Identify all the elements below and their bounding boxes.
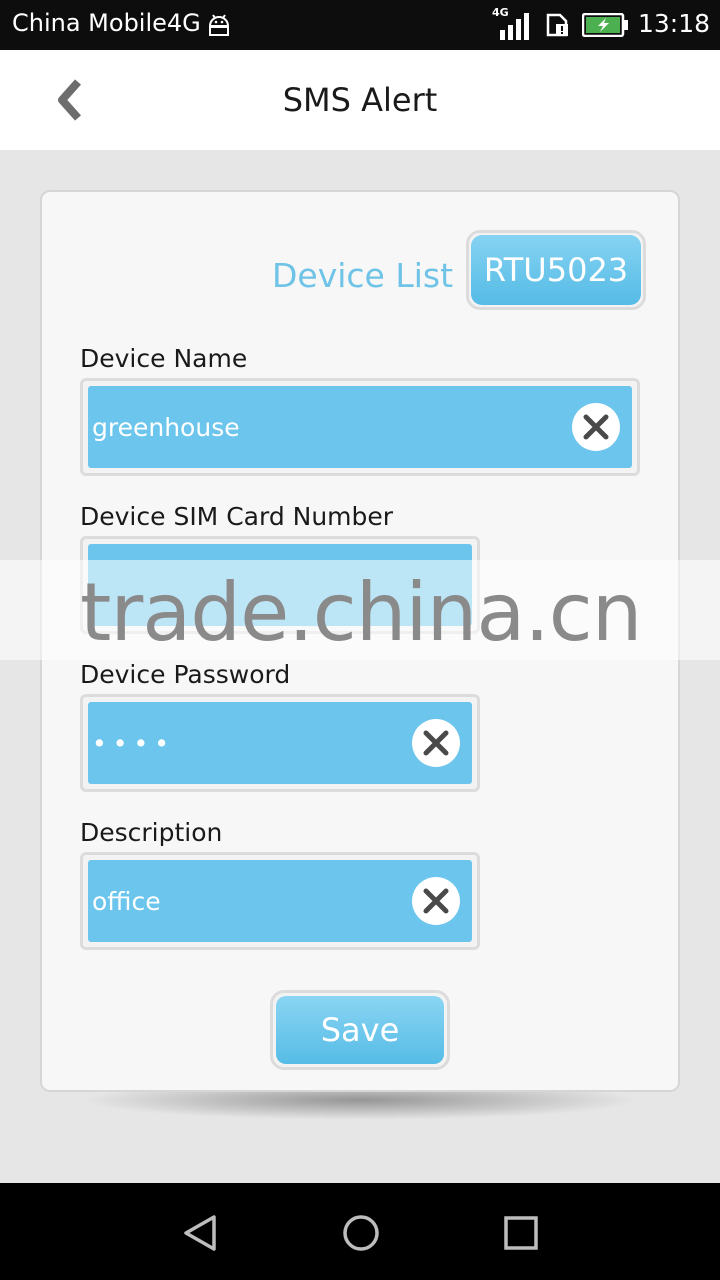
description-input[interactable] <box>92 860 406 942</box>
save-label: Save <box>276 996 444 1064</box>
clock: 13:18 <box>638 9 711 38</box>
signal-strength-icon <box>500 13 529 40</box>
triangle-back-icon[interactable] <box>178 1211 222 1255</box>
navigation-bar <box>0 1183 720 1280</box>
device-name-field <box>80 378 640 476</box>
android-debug-icon <box>206 12 232 38</box>
device-name-input[interactable] <box>92 386 566 468</box>
signal-indicator: 4G <box>492 6 532 40</box>
battery-charging-icon <box>582 13 628 37</box>
circle-home-icon[interactable] <box>339 1211 383 1255</box>
password-input[interactable] <box>92 702 406 784</box>
clear-device-name-icon[interactable] <box>572 403 620 451</box>
password-label: Device Password <box>80 660 291 689</box>
save-button[interactable]: Save <box>270 990 450 1070</box>
device-select-value: RTU5023 <box>471 235 641 305</box>
description-label: Description <box>80 818 223 847</box>
password-field <box>80 694 480 792</box>
page-title: SMS Alert <box>282 81 438 119</box>
device-name-label: Device Name <box>80 344 248 373</box>
device-select-button[interactable]: RTU5023 <box>466 230 646 310</box>
clear-description-icon[interactable] <box>412 877 460 925</box>
sim-card-icon <box>546 13 568 37</box>
carrier-name: China Mobile4G <box>12 9 201 37</box>
description-field <box>80 852 480 950</box>
sim-number-label: Device SIM Card Number <box>80 502 394 531</box>
clear-password-icon[interactable] <box>412 719 460 767</box>
device-list-label: Device List <box>272 256 454 295</box>
square-recents-icon[interactable] <box>499 1211 543 1255</box>
watermark-text: trade.china.cn <box>80 566 642 659</box>
app-header: SMS Alert <box>0 50 720 150</box>
status-bar: China Mobile4G 4G 13:18 <box>0 0 720 50</box>
